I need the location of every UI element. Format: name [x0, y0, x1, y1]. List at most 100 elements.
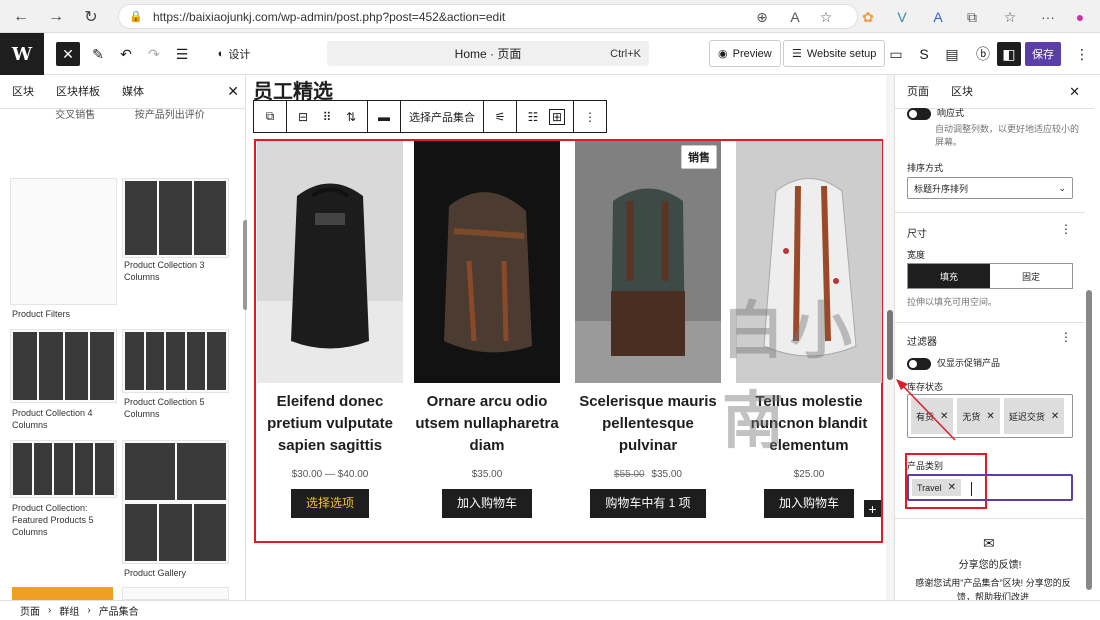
pattern-product-collection-4[interactable] [10, 329, 117, 403]
puzzle-icon[interactable]: ⧉ [962, 7, 982, 27]
tab-media[interactable]: 媒体 [122, 75, 144, 109]
product-image[interactable] [257, 141, 403, 383]
options-icon[interactable]: ⋮ [1070, 42, 1094, 66]
align-icon[interactable]: ▬ [376, 109, 392, 125]
document-bar[interactable]: Home · 页面 Ctrl+K [327, 41, 649, 66]
more-options-icon[interactable]: ⋮ [582, 109, 598, 125]
pattern-product-collection-3[interactable] [122, 178, 229, 258]
preview-button[interactable]: ◉ Preview [709, 40, 781, 67]
undo-icon[interactable]: ↶ [114, 42, 138, 66]
original-price: $55.00 [614, 469, 645, 480]
favorites-bar-icon[interactable]: ☆ [1000, 7, 1020, 27]
pattern-preview-partial[interactable] [12, 587, 113, 600]
responsive-toggle[interactable] [907, 106, 931, 120]
pattern-preview-partial[interactable] [122, 587, 229, 600]
block-item-cross-sells[interactable]: 交叉销售 [28, 109, 123, 122]
wordpress-logo[interactable]: W [0, 33, 44, 75]
stock-status-field[interactable]: 有货 ✕ 无货 ✕ 延迟交货 ✕ [907, 394, 1073, 438]
page-icon[interactable]: ▤ [940, 42, 964, 66]
editor-canvas: 员工精选 ⧉ ⊟ ⠿ ⇅ ▬ 选择产品集合 ⚟ ☷ ⊞ ⋮ Eleifend d… [247, 75, 893, 600]
website-setup-button[interactable]: ☰ Website setup [783, 40, 886, 67]
canvas-scrollbar[interactable] [887, 310, 893, 380]
extension-v-icon[interactable]: V [892, 7, 912, 27]
remove-token-icon[interactable]: ✕ [986, 411, 994, 422]
command-shortcut: Ctrl+K [610, 47, 641, 60]
pencil-icon[interactable]: ✎ [86, 42, 110, 66]
remove-token-icon[interactable]: ✕ [948, 482, 956, 493]
plugin-b-icon[interactable]: ⓑ [971, 42, 995, 66]
tab-block[interactable]: 区块 [951, 75, 973, 109]
block-item-reviews-by-product[interactable]: 按产品列出评价 [123, 109, 218, 122]
divider [895, 212, 1085, 213]
forward-icon[interactable]: → [45, 6, 67, 28]
plugin-s-icon[interactable]: S [912, 42, 936, 66]
remove-token-icon[interactable]: ✕ [1051, 411, 1059, 422]
move-up-down-icon[interactable]: ⇅ [343, 109, 359, 125]
pattern-featured-products-5[interactable] [10, 440, 117, 498]
width-fill-option[interactable]: 填充 [908, 264, 990, 288]
token-label: Travel [917, 482, 942, 493]
filter-settings-icon[interactable]: ⚟ [492, 109, 508, 125]
site-info-icon[interactable]: 🔒 [129, 10, 143, 24]
favorite-icon[interactable]: ☆ [816, 7, 836, 27]
block-list-row: 交叉销售 按产品列出评价 [0, 109, 245, 122]
more-options-icon[interactable]: ⋮ [1060, 222, 1072, 236]
copilot-icon[interactable]: ● [1070, 7, 1090, 27]
device-preview-icon[interactable]: ▭ [884, 42, 908, 66]
pattern-product-gallery[interactable] [122, 440, 229, 564]
back-icon[interactable]: ← [10, 6, 32, 28]
remove-token-icon[interactable]: ✕ [940, 411, 948, 422]
sale-only-toggle[interactable] [907, 356, 931, 370]
product-title[interactable]: Eleifend donec pretium vulputate sapien … [257, 391, 403, 457]
product-image[interactable] [736, 141, 882, 383]
feedback-icon: ✉ [983, 535, 995, 551]
product-title[interactable]: Ornare arcu odio utsem nullapharetra dia… [414, 391, 560, 457]
read-aloud-icon[interactable]: A [785, 7, 805, 27]
settings-scrollbar[interactable] [1086, 290, 1092, 590]
product-category-field[interactable]: Travel ✕ [907, 474, 1073, 501]
tab-blocks[interactable]: 区块 [12, 75, 34, 109]
refresh-icon[interactable]: ↻ [80, 6, 102, 28]
list-view-layout-icon[interactable]: ☷ [525, 109, 541, 125]
drag-handle-icon[interactable]: ⠿ [319, 109, 335, 125]
product-image[interactable] [414, 141, 560, 383]
design-button[interactable]: ◐ 设计 [204, 42, 264, 66]
block-inserter-close-icon[interactable]: ✕ [56, 42, 80, 66]
close-icon[interactable]: ✕ [227, 83, 239, 100]
zoom-icon[interactable]: ⊕ [752, 7, 772, 27]
parent-block-icon[interactable]: ⊟ [295, 109, 311, 125]
product-image[interactable]: 销售 [575, 141, 721, 383]
breadcrumb-product-collection[interactable]: 产品集合 [99, 603, 139, 618]
menu-icon[interactable]: ··· [1038, 7, 1058, 27]
close-icon[interactable]: ✕ [1069, 84, 1080, 100]
tab-patterns[interactable]: 区块样板 [56, 75, 100, 109]
breadcrumb-group[interactable]: 群组 [59, 603, 79, 618]
grid-view-layout-icon[interactable]: ⊞ [549, 108, 565, 125]
product-title[interactable]: Tellus molestie nuncnon blandit elementu… [736, 391, 882, 457]
select-options-button[interactable]: 选择选项 [291, 489, 369, 518]
pattern-product-collection-5[interactable] [122, 329, 229, 393]
translate-icon[interactable]: A [928, 7, 948, 27]
order-select[interactable]: 标题升序排列 ⌄ [907, 177, 1073, 199]
choose-collection-button[interactable]: 选择产品集合 [401, 101, 484, 132]
chevron-right-icon: › [87, 605, 91, 616]
in-cart-button[interactable]: 购物车中有 1 项 [590, 489, 706, 518]
editor-toolbar: W ✕ ✎ ↶ ↷ ☰ ◐ 设计 Home · 页面 Ctrl+K ◉ Prev… [0, 33, 1100, 75]
extension-icon[interactable]: ✿ [858, 7, 878, 27]
width-fixed-option[interactable]: 固定 [990, 264, 1072, 288]
breadcrumb-page[interactable]: 页面 [20, 603, 40, 618]
redo-icon[interactable]: ↷ [142, 42, 166, 66]
pattern-product-filters[interactable] [10, 178, 117, 305]
add-to-cart-button[interactable]: 加入购物车 [442, 489, 532, 518]
address-bar[interactable]: 🔒 https://baixiaojunkj.com/wp-admin/post… [118, 4, 858, 29]
product-title[interactable]: Scelerisque mauris pellentesque pulvinar [575, 391, 721, 457]
transform-icon[interactable]: ⧉ [262, 109, 278, 125]
add-to-cart-button[interactable]: 加入购物车 [764, 489, 854, 518]
save-button[interactable]: 保存 [1025, 42, 1061, 66]
pattern-label: Product Gallery [124, 568, 187, 578]
more-options-icon[interactable]: ⋮ [1060, 330, 1072, 344]
tab-page[interactable]: 页面 [907, 75, 929, 109]
add-block-icon[interactable]: + [864, 500, 881, 517]
settings-sidebar-icon[interactable]: ◧ [997, 42, 1021, 66]
list-view-icon[interactable]: ☰ [170, 42, 194, 66]
